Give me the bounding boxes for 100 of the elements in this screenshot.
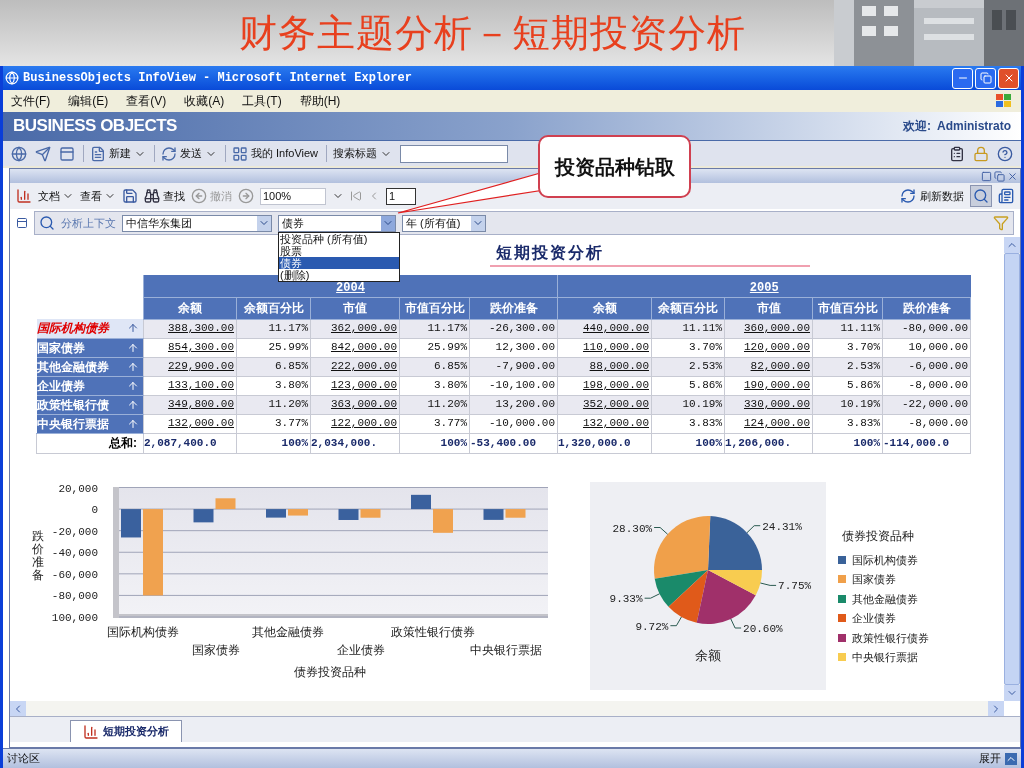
table-cell: 3.80% (236, 376, 311, 395)
drill-up-icon[interactable] (127, 398, 139, 411)
horizontal-scrollbar[interactable] (10, 701, 1004, 716)
expand-icon[interactable] (1005, 752, 1017, 765)
home-icon[interactable] (11, 145, 27, 162)
table-cell: 1,206,000. (724, 433, 813, 453)
close-button[interactable] (998, 67, 1019, 89)
row-header[interactable]: 国际机构债券 (36, 319, 144, 338)
table-cell: 100% (651, 433, 725, 453)
row-header[interactable]: 中央银行票据 (36, 414, 144, 433)
minimize-button[interactable] (952, 67, 973, 89)
report-icon[interactable] (998, 188, 1014, 204)
table-cell[interactable]: 120,000.00 (724, 338, 813, 357)
bar (338, 508, 359, 520)
table-cell[interactable]: 133,100.00 (143, 376, 237, 395)
table-cell[interactable]: 842,000.00 (310, 338, 400, 357)
welcome-label: 欢迎: (903, 118, 931, 135)
row-label[interactable]: 企业债券 (36, 376, 85, 395)
table-cell[interactable]: 123,000.00 (310, 376, 400, 395)
toolbar-button[interactable]: 我的 InfoView (225, 145, 319, 162)
drill-up-icon[interactable] (127, 417, 139, 430)
view-menu[interactable]: 查看 (80, 187, 116, 205)
table-cell[interactable]: 132,000.00 (143, 414, 237, 433)
analysis-toggle[interactable] (970, 185, 992, 207)
drill-up-icon[interactable] (127, 379, 139, 392)
toolbar-button[interactable]: 发送 (154, 145, 217, 162)
zoom-field[interactable]: 100% (260, 187, 326, 205)
panel-icon[interactable] (16, 217, 28, 229)
restore-icon[interactable] (994, 170, 1005, 182)
table-cell[interactable]: 190,000.00 (724, 376, 813, 395)
menu-item[interactable]: 文件(F) (11, 92, 51, 110)
row-label[interactable]: 政策性银行债 (36, 395, 109, 414)
row-header[interactable]: 其他金融债券 (36, 357, 144, 376)
clipboard-icon[interactable] (949, 145, 965, 162)
help-icon[interactable] (997, 145, 1013, 162)
report-tab[interactable]: 短期投资分析 (70, 720, 182, 742)
toolbar-button[interactable]: 搜索标题 (326, 145, 393, 162)
row-header[interactable]: 国家债券 (36, 338, 144, 357)
save-icon[interactable] (122, 188, 138, 204)
table-cell[interactable]: 360,000.00 (724, 319, 813, 338)
drill-up-icon[interactable] (127, 360, 139, 373)
dropdown-option[interactable]: 股票 (279, 244, 399, 257)
drill-up-icon[interactable] (127, 341, 139, 354)
table-cell[interactable]: 440,000.00 (557, 319, 652, 338)
table-cell[interactable]: 198,000.00 (557, 376, 652, 395)
table-cell[interactable]: 363,000.00 (310, 395, 400, 414)
maximize-icon[interactable] (981, 170, 992, 182)
row-label[interactable]: 中央银行票据 (36, 414, 109, 433)
table-cell[interactable]: 222,000.00 (310, 357, 400, 376)
year-header[interactable]: 2005 (557, 275, 971, 297)
table-cell[interactable]: 122,000.00 (310, 414, 400, 433)
filter-icon[interactable] (993, 215, 1009, 231)
table-cell[interactable]: 132,000.00 (557, 414, 652, 433)
refresh-button[interactable]: 刷新数据 (900, 187, 964, 205)
row-label[interactable]: 国际机构债券 (36, 319, 109, 338)
grid-icon (232, 145, 248, 162)
lock-icon[interactable] (973, 145, 989, 162)
menu-item[interactable]: 收藏(A) (184, 92, 225, 110)
document-menu[interactable]: 文档 (38, 187, 74, 205)
table-cell[interactable]: 82,000.00 (724, 357, 813, 376)
menu-item[interactable]: 帮助(H) (299, 92, 341, 110)
filter-select[interactable]: 年 (所有值) (402, 214, 486, 232)
table-cell[interactable]: 362,000.00 (310, 319, 400, 338)
table-cell[interactable]: 388,300.00 (143, 319, 237, 338)
restore-button[interactable] (975, 67, 996, 89)
row-header[interactable]: 企业债券 (36, 376, 144, 395)
table-cell[interactable]: 352,000.00 (557, 395, 652, 414)
first-page-icon[interactable] (350, 190, 362, 202)
bar (288, 508, 308, 516)
close-icon[interactable] (1007, 170, 1018, 182)
table-cell[interactable]: 854,300.00 (143, 338, 237, 357)
table-cell[interactable]: 124,000.00 (724, 414, 813, 433)
row-header[interactable]: 政策性银行债 (36, 395, 144, 414)
magnifier-icon (973, 188, 989, 204)
filter-select[interactable]: 中信华东集团 (122, 214, 272, 232)
panel-icon[interactable] (59, 145, 75, 162)
search-field[interactable] (400, 144, 509, 163)
legend-label: 政策性银行债券 (852, 630, 929, 646)
discussion-label[interactable]: 讨论区 (7, 750, 40, 767)
toolbar-button[interactable]: 新建 (83, 145, 146, 162)
table-cell: -22,000.00 (882, 395, 971, 414)
find-button[interactable]: 查找 (144, 187, 185, 205)
drill-up-icon[interactable] (127, 322, 139, 335)
table-cell[interactable]: 110,000.00 (557, 338, 652, 357)
page-field[interactable]: 1 (386, 187, 416, 205)
table-cell: 3.70% (651, 338, 725, 357)
expand-label[interactable]: 展开 (979, 750, 1001, 767)
filter-select[interactable]: 债券 (278, 214, 396, 232)
dropdown-option[interactable]: 投资品种 (所有值) (279, 232, 399, 245)
menu-item[interactable]: 工具(T) (242, 92, 282, 110)
row-label[interactable]: 其他金融债券 (36, 357, 109, 376)
row-label[interactable]: 国家债券 (36, 338, 85, 357)
send-icon[interactable] (35, 145, 51, 162)
dropdown-option[interactable]: 债券 (279, 256, 399, 269)
table-cell[interactable]: 88,000.00 (557, 357, 652, 376)
table-cell[interactable]: 349,800.00 (143, 395, 237, 414)
menu-item[interactable]: 查看(V) (126, 92, 167, 110)
table-cell[interactable]: 330,000.00 (724, 395, 813, 414)
menu-item[interactable]: 编辑(E) (68, 92, 109, 110)
table-cell[interactable]: 229,900.00 (143, 357, 237, 376)
